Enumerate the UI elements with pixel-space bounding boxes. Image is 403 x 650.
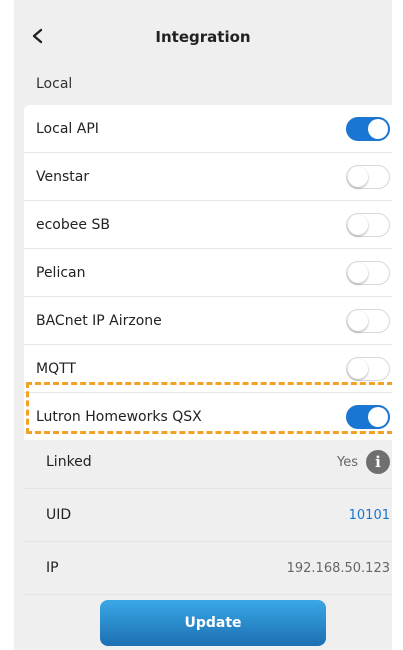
integration-label: ecobee SB: [36, 216, 110, 233]
page-title: Integration: [155, 28, 251, 46]
update-button[interactable]: Update: [100, 600, 326, 646]
toggle-knob: [368, 406, 388, 427]
mqtt-toggle[interactable]: [346, 356, 390, 381]
uid-value[interactable]: 10101: [349, 508, 390, 523]
integration-row-mqtt: MQTT: [24, 345, 392, 393]
toggle-knob: [348, 310, 368, 331]
integration-row-local-api: Local API: [24, 105, 392, 153]
venstar-toggle[interactable]: [346, 164, 390, 189]
header: Integration: [14, 0, 392, 76]
detail-label: IP: [46, 560, 59, 576]
pelican-toggle[interactable]: [346, 260, 390, 285]
integration-label: Pelican: [36, 264, 86, 281]
ip-value: 192.168.50.123: [286, 560, 390, 576]
bacnet-ip-airzone-toggle[interactable]: [346, 308, 390, 333]
integration-label: Lutron Homeworks QSX: [36, 408, 202, 425]
detail-label: Linked: [46, 454, 92, 470]
integration-row-bacnet-ip-airzone: BACnet IP Airzone: [24, 297, 392, 345]
section-label-local: Local: [36, 76, 73, 92]
lutron-details: Linked Yes i UID 10101 IP 192.168.50.123: [24, 436, 392, 595]
integration-label: MQTT: [36, 360, 76, 377]
toggle-knob: [348, 262, 368, 283]
toggle-knob: [348, 166, 368, 187]
detail-label: UID: [46, 507, 72, 523]
integration-row-ecobee-sb: ecobee SB: [24, 201, 392, 249]
integration-label: BACnet IP Airzone: [36, 312, 162, 329]
integration-screen: Integration Local Local API Venstar ecob…: [14, 0, 392, 650]
detail-row-linked: Linked Yes i: [24, 436, 392, 489]
detail-row-ip: IP 192.168.50.123: [24, 542, 392, 595]
integration-label: Local API: [36, 120, 99, 137]
integration-label: Venstar: [36, 168, 90, 185]
integration-row-venstar: Venstar: [24, 153, 392, 201]
info-icon[interactable]: i: [366, 450, 390, 474]
detail-row-uid: UID 10101: [24, 489, 392, 542]
ecobee-sb-toggle[interactable]: [346, 212, 390, 237]
local-api-toggle[interactable]: [346, 116, 390, 141]
lutron-homeworks-qsx-toggle[interactable]: [346, 404, 390, 429]
integration-row-lutron-homeworks-qsx: Lutron Homeworks QSX: [24, 393, 392, 440]
toggle-knob: [348, 358, 368, 379]
toggle-knob: [368, 118, 388, 139]
detail-value-linked: Yes i: [337, 450, 390, 474]
integration-list: Local API Venstar ecobee SB Pelican BACn…: [24, 105, 392, 440]
linked-value: Yes: [337, 454, 358, 470]
integration-row-pelican: Pelican: [24, 249, 392, 297]
toggle-knob: [348, 214, 368, 235]
